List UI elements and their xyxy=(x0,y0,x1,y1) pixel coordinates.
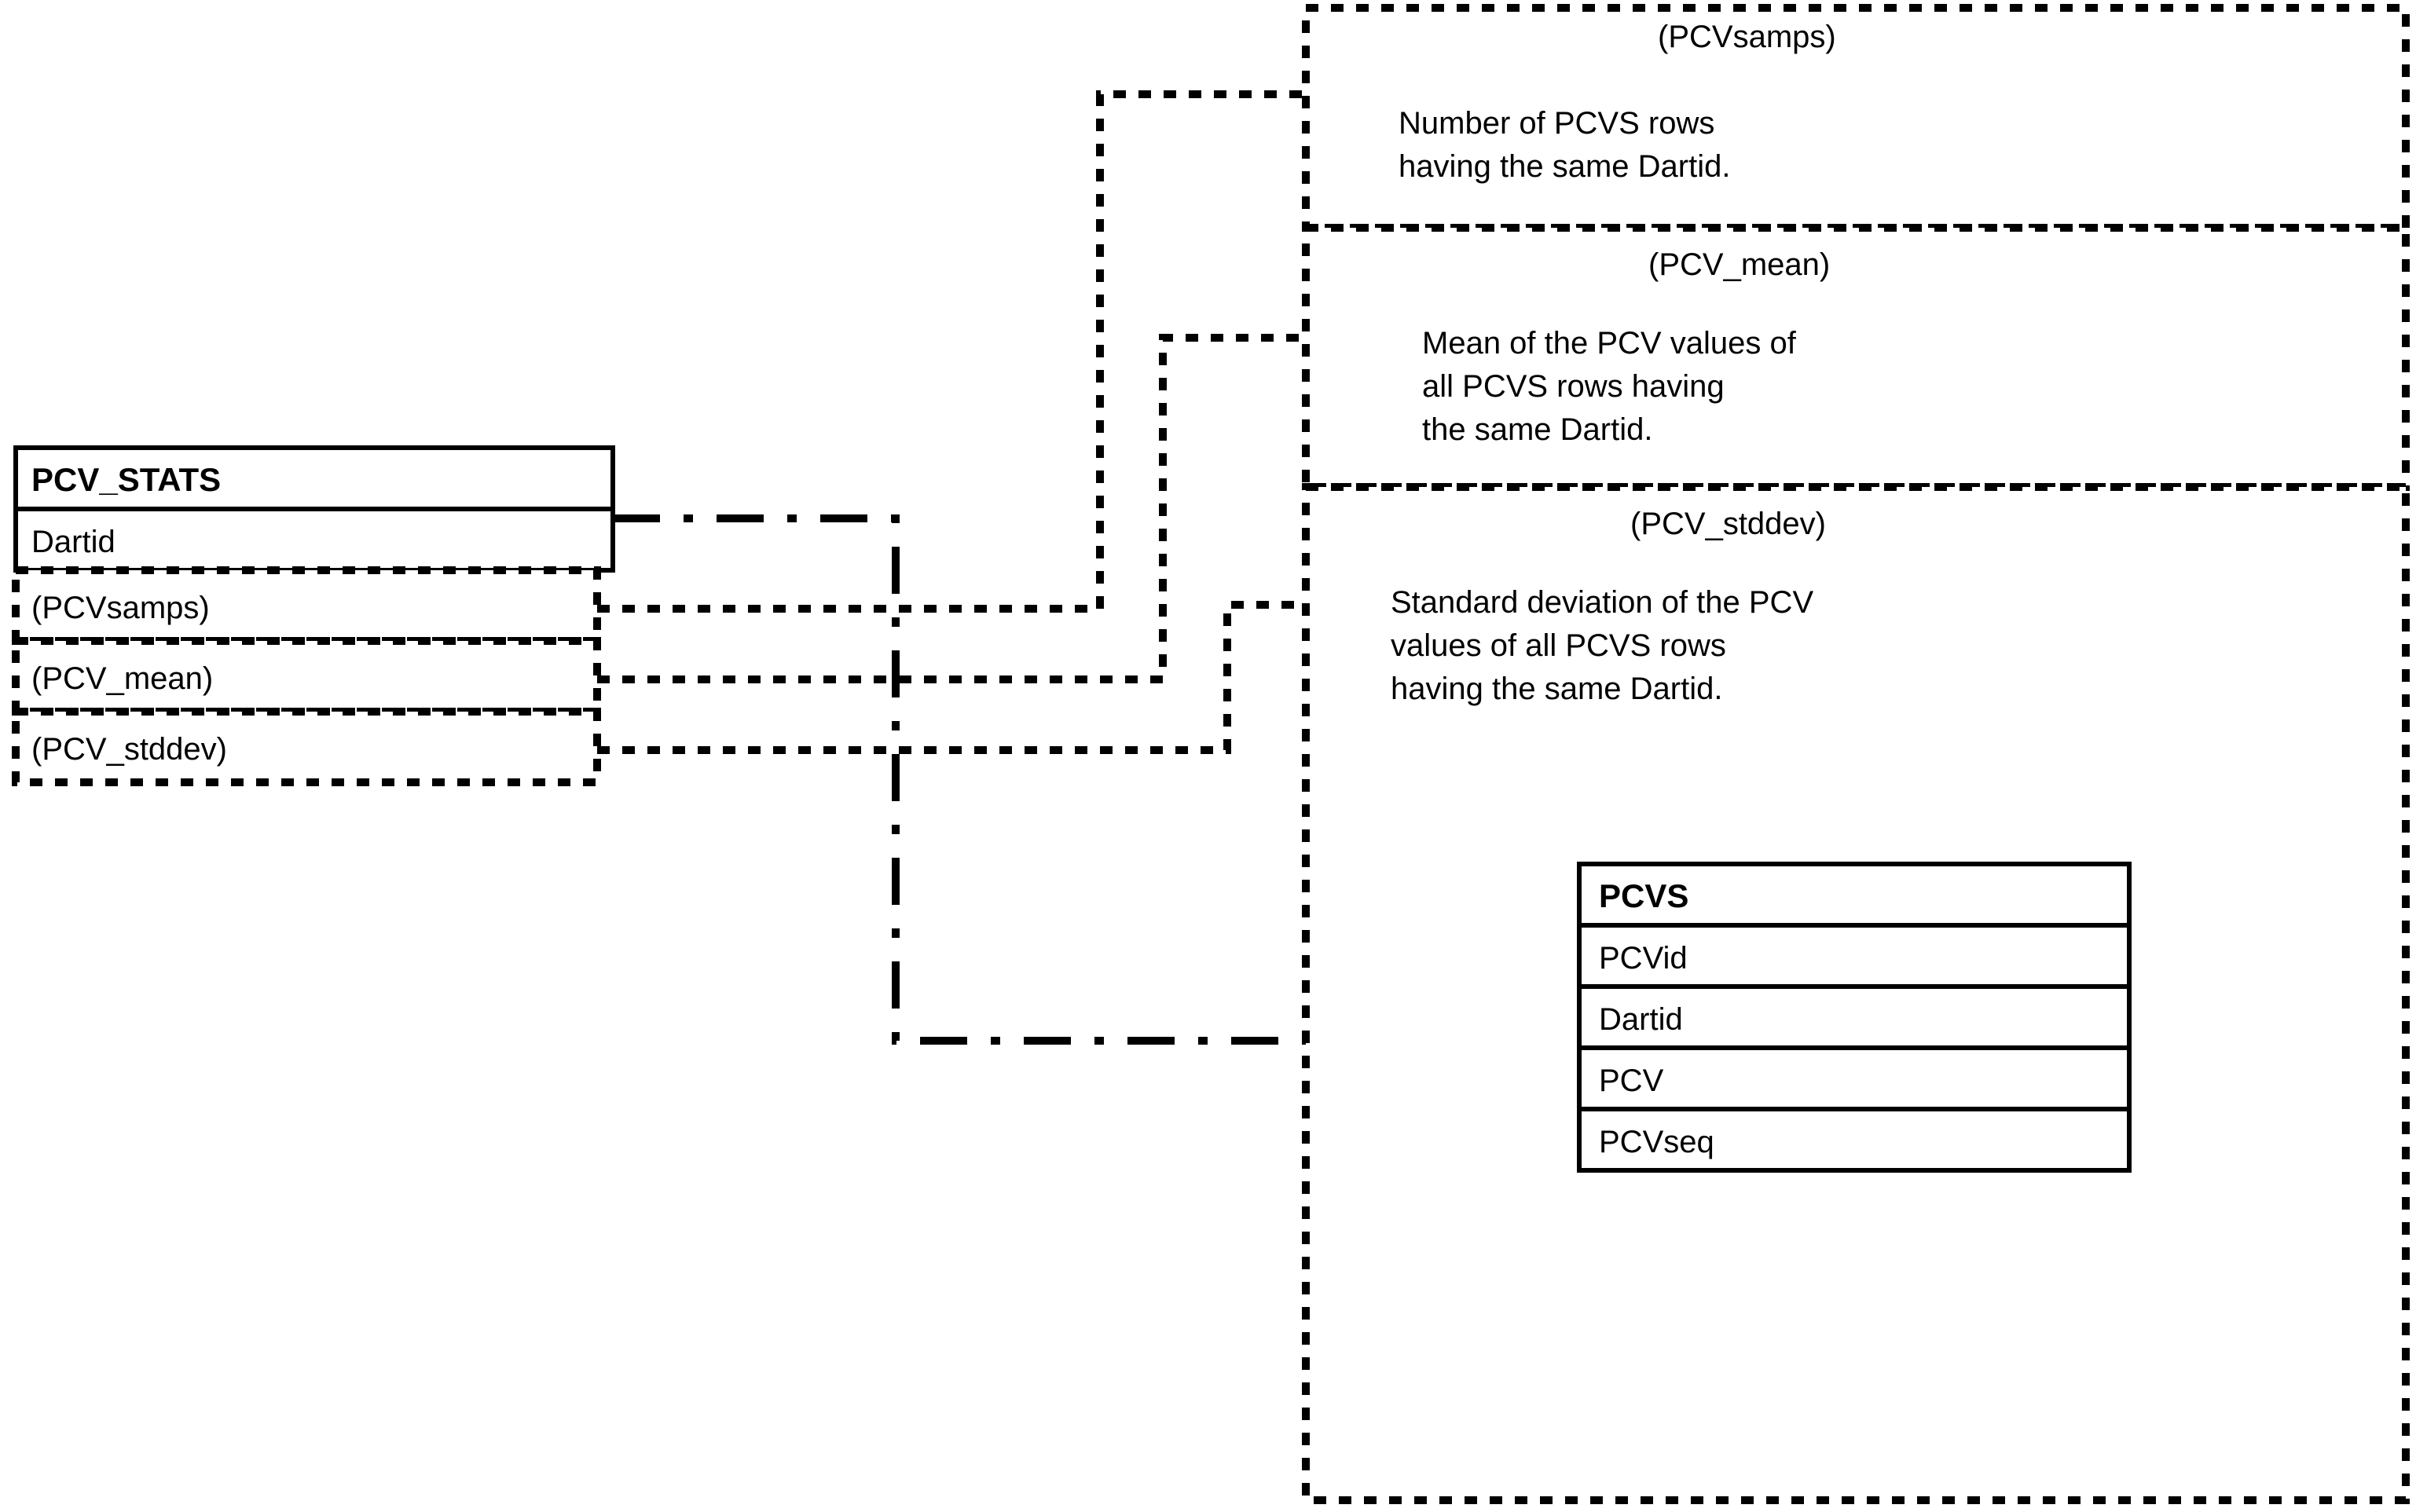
note-pcvstddev-line1: Standard deviation of the PCV xyxy=(1391,585,1813,620)
entity-pcv-stats-row-dartid: Dartid xyxy=(31,525,115,559)
entity-pcvs: PCVS PCVid Dartid PCV PCVseq xyxy=(1579,864,2129,1170)
entity-pcv-stats-row-pcvstddev: (PCV_stddev) xyxy=(31,732,227,767)
entity-pcvs-row-dartid: Dartid xyxy=(1599,1002,1683,1037)
note-pcvstddev-title: (PCV_stddev) xyxy=(1630,507,1826,541)
note-pcvmean-line3: the same Dartid. xyxy=(1422,412,1652,447)
note-pcvmean: (PCV_mean) Mean of the PCV values of all… xyxy=(1306,228,2406,487)
note-pcvmean-title: (PCV_mean) xyxy=(1648,247,1830,282)
entity-pcv-stats-row-pcvmean: (PCV_mean) xyxy=(31,661,213,696)
entity-pcvs-row-pcvseq: PCVseq xyxy=(1599,1125,1714,1159)
note-pcvmean-line2: all PCVS rows having xyxy=(1422,369,1725,404)
note-pcvmean-line1: Mean of the PCV values of xyxy=(1422,326,1797,361)
note-pcvstddev-line3: having the same Dartid. xyxy=(1391,672,1722,706)
note-pcvstddev-line2: values of all PCVS rows xyxy=(1391,628,1726,663)
entity-pcvs-row-pcv: PCV xyxy=(1599,1064,1664,1098)
connector-pcvmean-note xyxy=(597,338,1306,679)
connector-pcvsamps-note xyxy=(597,94,1306,609)
entity-pcvs-row-pcvid: PCVid xyxy=(1599,941,1688,976)
note-pcvsamps: (PCVsamps) Number of PCVS rows having th… xyxy=(1306,8,2406,228)
diagram-canvas: PCV_STATS Dartid (PCVsamps) (PCV_mean) (… xyxy=(0,0,2416,1512)
note-pcvsamps-line1: Number of PCVS rows xyxy=(1399,106,1714,141)
note-pcvsamps-line2: having the same Dartid. xyxy=(1399,149,1730,184)
note-pcvsamps-title: (PCVsamps) xyxy=(1658,20,1836,54)
entity-pcv-stats-row-pcvsamps: (PCVsamps) xyxy=(31,591,210,625)
entity-pcv-stats-title: PCV_STATS xyxy=(31,461,221,498)
entity-pcv-stats: PCV_STATS Dartid (PCVsamps) (PCV_mean) (… xyxy=(16,448,613,782)
entity-pcvs-title: PCVS xyxy=(1599,877,1688,914)
